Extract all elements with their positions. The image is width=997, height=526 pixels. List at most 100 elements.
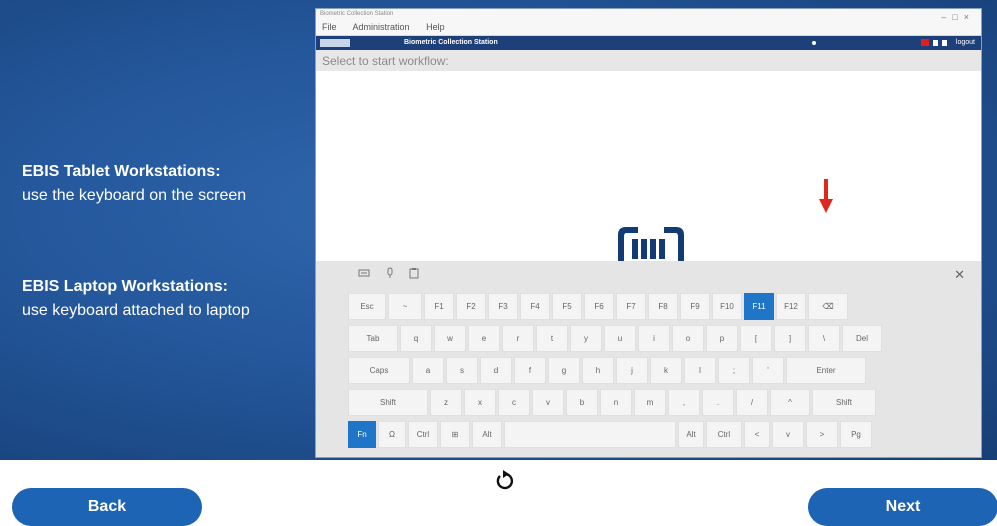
key[interactable]: [ [740, 325, 772, 352]
keyboard-layout-icon[interactable] [358, 267, 370, 279]
key[interactable] [504, 421, 676, 448]
status-dot-icon [812, 41, 816, 45]
key[interactable]: z [430, 389, 462, 416]
key[interactable]: Fn [348, 421, 376, 448]
key[interactable]: c [498, 389, 530, 416]
key[interactable]: Caps [348, 357, 410, 384]
replay-icon[interactable] [494, 470, 516, 492]
key[interactable]: F11 [744, 293, 774, 320]
key[interactable]: Alt [678, 421, 704, 448]
key[interactable]: / [736, 389, 768, 416]
key[interactable]: Pg [840, 421, 872, 448]
agency-logo [320, 39, 350, 47]
key[interactable]: F3 [488, 293, 518, 320]
menu-file[interactable]: File [322, 22, 337, 32]
keyboard-toolbar: ✕ [316, 261, 981, 289]
key[interactable]: F10 [712, 293, 742, 320]
keyboard-row-4: Shift z x c v b n m,. / ^ Shift [348, 389, 876, 416]
key[interactable]: d [480, 357, 512, 384]
key[interactable]: x [464, 389, 496, 416]
key[interactable]: ⌫ [808, 293, 848, 320]
key[interactable]: q [400, 325, 432, 352]
key[interactable]: o [672, 325, 704, 352]
key[interactable]: a [412, 357, 444, 384]
key[interactable]: > [806, 421, 838, 448]
menu-administration[interactable]: Administration [353, 22, 410, 32]
clipboard-icon[interactable] [408, 267, 420, 279]
next-button[interactable]: Next [808, 488, 997, 526]
key[interactable]: ; [718, 357, 750, 384]
key[interactable]: F8 [648, 293, 678, 320]
key[interactable]: f [514, 357, 546, 384]
keyboard-close-icon[interactable]: ✕ [954, 267, 965, 283]
minimize-icon[interactable]: – [941, 12, 952, 22]
status-icons [921, 39, 947, 46]
key[interactable]: k [650, 357, 682, 384]
key[interactable]: F1 [424, 293, 454, 320]
tablet-instructions: EBIS Tablet Workstations: use the keyboa… [22, 160, 282, 208]
key[interactable]: Alt [472, 421, 502, 448]
key[interactable]: F4 [520, 293, 550, 320]
key[interactable]: F5 [552, 293, 582, 320]
key[interactable]: F9 [680, 293, 710, 320]
laptop-body: use keyboard attached to laptop [22, 302, 250, 319]
key[interactable]: . [702, 389, 734, 416]
key[interactable]: u [604, 325, 636, 352]
app-title: Biometric Collection Station [404, 39, 498, 46]
laptop-instructions: EBIS Laptop Workstations: use keyboard a… [22, 275, 312, 323]
close-window-icon[interactable]: × [964, 12, 975, 22]
microphone-icon[interactable] [384, 267, 396, 279]
key[interactable]: Tab [348, 325, 398, 352]
key[interactable]: b [566, 389, 598, 416]
key[interactable]: F6 [584, 293, 614, 320]
key[interactable]: F2 [456, 293, 486, 320]
key[interactable]: v [532, 389, 564, 416]
key[interactable]: Esc [348, 293, 386, 320]
fingerprint-scanner-icon[interactable] [616, 225, 686, 261]
key[interactable]: h [582, 357, 614, 384]
key[interactable]: g [548, 357, 580, 384]
key[interactable]: ' [752, 357, 784, 384]
key[interactable]: p [706, 325, 738, 352]
key[interactable]: F12 [776, 293, 806, 320]
key[interactable]: Del [842, 325, 882, 352]
key[interactable]: s [446, 357, 478, 384]
tablet-heading: EBIS Tablet Workstations: [22, 163, 221, 180]
window-title: Biometric Collection Station [320, 11, 394, 17]
workflow-prompt: Select to start workflow: [316, 50, 981, 72]
menu-help[interactable]: Help [426, 22, 445, 32]
key[interactable]: Ctrl [408, 421, 438, 448]
key[interactable]: w [434, 325, 466, 352]
key[interactable]: n [600, 389, 632, 416]
key[interactable]: , [668, 389, 700, 416]
back-button[interactable]: Back [12, 488, 202, 526]
key[interactable]: < [744, 421, 770, 448]
key[interactable]: y [570, 325, 602, 352]
keyboard-row-3: Caps a s d f g h j k l; ' Enter [348, 357, 866, 384]
key[interactable]: Shift [348, 389, 428, 416]
key[interactable]: Ω [378, 421, 406, 448]
key[interactable]: v [772, 421, 804, 448]
key[interactable]: i [638, 325, 670, 352]
key[interactable]: e [468, 325, 500, 352]
key[interactable]: m [634, 389, 666, 416]
key[interactable]: l [684, 357, 716, 384]
key[interactable]: F7 [616, 293, 646, 320]
key[interactable]: Ctrl [706, 421, 742, 448]
logout-link[interactable]: logout [956, 36, 975, 50]
key[interactable]: r [502, 325, 534, 352]
app-window: Biometric Collection Station File Admini… [315, 8, 982, 458]
key[interactable]: ⊞ [440, 421, 470, 448]
key[interactable]: ] [774, 325, 806, 352]
keyboard-row-2: Tab q w e r t y u i o p[] \ Del [348, 325, 882, 352]
key[interactable]: ^ [770, 389, 810, 416]
key[interactable]: \ [808, 325, 840, 352]
key[interactable]: t [536, 325, 568, 352]
on-screen-keyboard: ✕ Esc ~ F1 F2 F3 F4 F5 F6 F7 F8 F9 F10 F11 F12 ⌫ Tab q w… [316, 261, 981, 457]
down-arrow-icon [819, 179, 833, 213]
key[interactable]: Shift [812, 389, 876, 416]
key[interactable]: j [616, 357, 648, 384]
maximize-icon[interactable]: □ [952, 12, 963, 22]
key[interactable]: Enter [786, 357, 866, 384]
key[interactable]: ~ [388, 293, 422, 320]
